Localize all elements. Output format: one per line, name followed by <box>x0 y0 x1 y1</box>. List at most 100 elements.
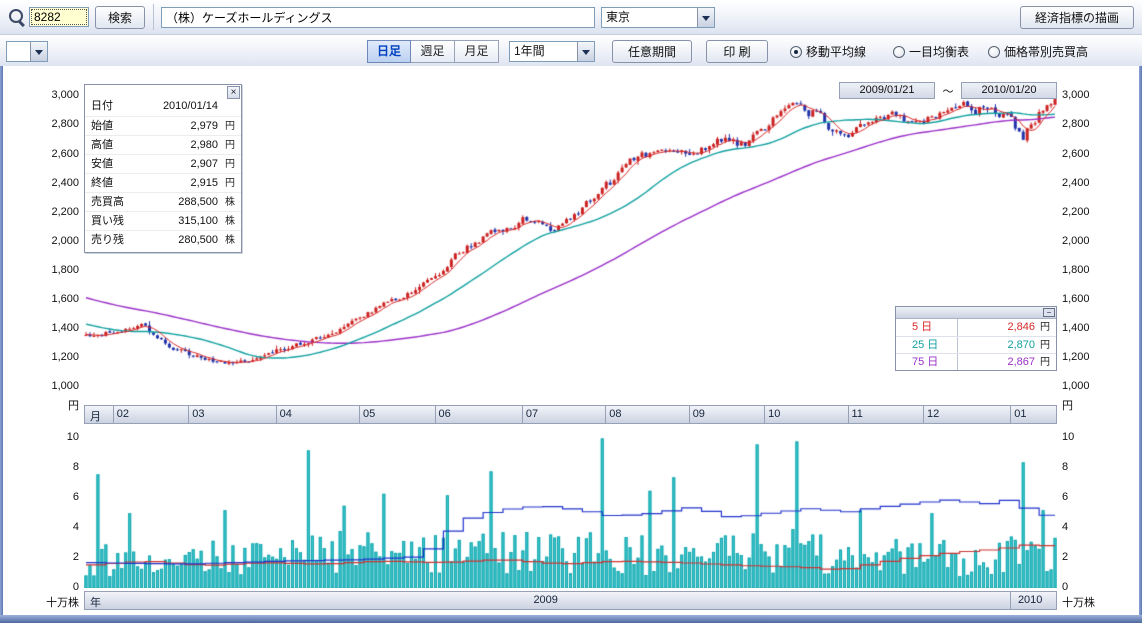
tooltip-row-unit: 株 <box>218 212 235 230</box>
month-tick <box>605 406 606 423</box>
volume-axis-tick-left: 2 <box>5 551 79 563</box>
volume-canvas[interactable] <box>84 428 1057 588</box>
volume-axis-tick-right: 10 <box>1062 431 1136 443</box>
radio-moving-average[interactable]: 移動平均線 <box>790 40 866 63</box>
price-axis-tick-left: 1,800 <box>5 264 79 276</box>
legend-row: 5 日2,846円 <box>896 319 1056 336</box>
period-selected-value: 1年間 <box>510 42 577 61</box>
tooltip-row-label: 終値 <box>91 174 137 192</box>
search-button[interactable]: 検索 <box>95 6 145 29</box>
month-tick <box>689 406 690 423</box>
price-axis-tick-left: 2,800 <box>5 118 79 130</box>
radio-volume-by-price[interactable]: 価格帯別売買高 <box>988 40 1088 63</box>
year-axis-tick: 2009 <box>516 594 576 606</box>
tooltip-row-label: 日付 <box>91 97 137 116</box>
price-axis-tick-right: 2,800 <box>1062 118 1136 130</box>
tooltip-row-label: 高値 <box>91 136 137 154</box>
month-axis: 月 020304050607080910111201 <box>84 405 1057 424</box>
price-axis-tick-right: 3,000 <box>1062 89 1136 101</box>
tooltip-row-label: 始値 <box>91 117 137 135</box>
volume-axis-tick-right: 0 <box>1062 581 1136 593</box>
tab-daily[interactable]: 日足 <box>367 40 411 63</box>
month-tick <box>764 406 765 423</box>
year-axis-tick: 2010 <box>1000 594 1057 606</box>
month-axis-tick: 10 <box>768 408 780 420</box>
date-range: 2009/01/21 ～ 2010/01/20 <box>839 82 1057 99</box>
tooltip-row-unit: 円 <box>218 174 235 192</box>
volume-axis-tick-left: 0 <box>5 581 79 593</box>
legend-row: 25 日2,870円 <box>896 336 1056 353</box>
chevron-down-icon[interactable] <box>697 8 714 27</box>
tab-weekly[interactable]: 週足 <box>411 40 455 63</box>
volume-axis-tick-left: 8 <box>5 461 79 473</box>
price-axis-tick-left: 2,400 <box>5 177 79 189</box>
tooltip-row-unit <box>218 97 235 116</box>
any-period-button[interactable]: 任意期間 <box>612 40 692 63</box>
period-select[interactable]: 1年間 <box>509 41 595 62</box>
month-tick <box>435 406 436 423</box>
stock-code-input[interactable] <box>29 7 89 27</box>
minimize-icon[interactable]: − <box>1043 308 1055 317</box>
tab-monthly[interactable]: 月足 <box>455 40 499 63</box>
price-axis-unit-right: 円 <box>1062 397 1073 413</box>
chart-options-dropdown[interactable] <box>6 41 48 62</box>
volume-axis-tick-right: 6 <box>1062 491 1136 503</box>
legend-row-label: 25 日 <box>896 337 958 353</box>
close-icon[interactable]: × <box>227 86 240 99</box>
tooltip-row-unit: 円 <box>218 155 235 173</box>
month-axis-tick: 08 <box>609 408 621 420</box>
price-axis-tick-right: 1,000 <box>1062 380 1136 392</box>
chevron-down-icon[interactable] <box>577 42 594 61</box>
volume-axis-tick-left: 10 <box>5 431 79 443</box>
tooltip-row: 終値2,915円 <box>85 173 241 192</box>
price-axis-tick-right: 1,200 <box>1062 351 1136 363</box>
month-tick <box>522 406 523 423</box>
tooltip-row: 始値2,979円 <box>85 116 241 135</box>
tooltip-row-label: 買い残 <box>91 212 137 230</box>
volume-axis-unit-left: 十万株 <box>5 594 79 610</box>
legend-row-unit: 円 <box>1038 319 1056 336</box>
radio-label: 価格帯別売買高 <box>1004 43 1088 60</box>
ma-legend-rows: 5 日2,846円25 日2,870円75 日2,867円 <box>896 319 1056 370</box>
price-axis-tick-left: 1,400 <box>5 322 79 334</box>
volume-axis-tick-right: 4 <box>1062 521 1136 533</box>
legend-header: − <box>896 307 1056 319</box>
exchange-select[interactable]: 東京 <box>601 7 715 28</box>
window-frame-bottom <box>0 615 1142 623</box>
volume-axis-tick-right: 2 <box>1062 551 1136 563</box>
legend-row-unit: 円 <box>1038 354 1056 370</box>
tooltip-row: 売り残280,500株 <box>85 230 241 249</box>
tooltip-row-label: 売買高 <box>91 193 137 211</box>
price-axis-tick-right: 2,000 <box>1062 235 1136 247</box>
stock-chart-app: 検索 東京 経済指標の描画 日足 週足 月足 1年間 任意期間 印 刷 移動平均… <box>0 0 1142 623</box>
radio-ichimoku[interactable]: 一目均衡表 <box>893 40 969 63</box>
legend-row-value: 2,870 <box>958 337 1038 353</box>
month-axis-tick: 07 <box>526 408 538 420</box>
legend-row-unit: 円 <box>1038 337 1056 353</box>
window-frame-left <box>0 66 3 623</box>
radio-icon <box>988 46 1000 58</box>
chevron-down-icon[interactable] <box>30 42 47 61</box>
month-tick <box>848 406 849 423</box>
print-button[interactable]: 印 刷 <box>706 40 768 63</box>
tooltip-row-value: 2,915 <box>137 174 218 192</box>
month-tick <box>359 406 360 423</box>
search-icon[interactable] <box>8 8 27 27</box>
volume-axis-tick-left: 4 <box>5 521 79 533</box>
price-axis-tick-left: 2,600 <box>5 148 79 160</box>
economic-indicator-button[interactable]: 経済指標の描画 <box>1020 6 1134 29</box>
month-axis-tick: 04 <box>280 408 292 420</box>
price-axis-tick-left: 2,000 <box>5 235 79 247</box>
tooltip-row-value: 2,907 <box>137 155 218 173</box>
price-axis-tick-right: 1,800 <box>1062 264 1136 276</box>
ma-legend: − 5 日2,846円25 日2,870円75 日2,867円 <box>895 306 1057 371</box>
company-name-input[interactable] <box>161 7 595 28</box>
tooltip-row-value: 280,500 <box>137 231 218 249</box>
month-axis-tick: 01 <box>1014 408 1026 420</box>
volume-axis-tick-right: 8 <box>1062 461 1136 473</box>
month-tick <box>923 406 924 423</box>
month-axis-label: 月 <box>90 408 101 424</box>
tooltip-row-unit: 円 <box>218 136 235 154</box>
tooltip-row: 売買高288,500株 <box>85 192 241 211</box>
radio-label: 移動平均線 <box>806 43 866 60</box>
